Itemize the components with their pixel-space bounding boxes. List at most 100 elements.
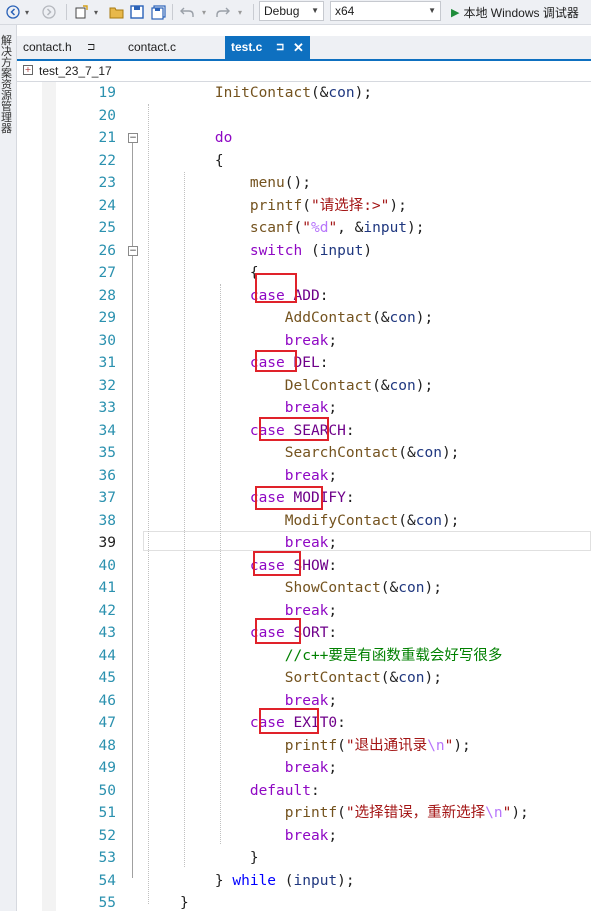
code-line[interactable]: 27 { (17, 262, 591, 285)
save-all-icon[interactable] (149, 3, 167, 21)
code-token: " (328, 220, 338, 236)
code-line[interactable]: 39 break; (17, 532, 591, 555)
code-line[interactable]: 53 } (17, 847, 591, 870)
code-token: menu (249, 175, 285, 191)
code-token: break (284, 692, 329, 709)
code-token: ); (441, 445, 460, 461)
code-line[interactable]: 19 InitContact(&con); (17, 82, 591, 105)
tab-contact-h[interactable]: contact.h ⊐ (17, 36, 122, 59)
code-token: : (319, 355, 329, 371)
solution-config-value: Debug (264, 4, 300, 18)
platform-select[interactable]: x64 ▼ (330, 1, 441, 21)
line-number: 24 (98, 197, 116, 214)
highlight-box-show (253, 551, 301, 576)
code-line[interactable]: 29 AddContact(&con); (17, 307, 591, 330)
code-line[interactable]: 51 printf("选择错误，重新选择\n"); (17, 802, 591, 825)
highlight-box-add (255, 273, 297, 303)
redo-icon[interactable] (214, 3, 232, 21)
code-line[interactable]: 22 { (17, 150, 591, 173)
save-icon[interactable] (128, 3, 146, 21)
line-number: 20 (98, 107, 116, 124)
code-token: printf (249, 197, 303, 214)
code-line[interactable]: 43 case SORT: (17, 622, 591, 645)
code-line[interactable]: 30 break; (17, 330, 591, 353)
code-token: printf (284, 737, 338, 754)
code-line[interactable]: 20 (17, 105, 591, 128)
code-line[interactable]: 21 do (17, 127, 591, 150)
code-token: con (415, 512, 442, 529)
back-dropdown-icon[interactable]: ▾ (22, 3, 32, 21)
undo-icon[interactable] (178, 3, 196, 21)
toolbar-separator (253, 4, 254, 20)
line-number: 34 (98, 422, 116, 439)
code-line[interactable]: 31 case DEL: (17, 352, 591, 375)
start-debugging-button[interactable]: ▶ 本地 Windows 调试器 (451, 3, 579, 21)
tab-test-c[interactable]: test.c ⊐ ✕ (225, 36, 310, 59)
code-token: input (363, 220, 408, 236)
forward-arrow-icon[interactable] (40, 3, 58, 21)
code-token: : (328, 625, 338, 641)
solution-explorer-strip[interactable]: 解决方案资源管理器 (0, 25, 17, 911)
pin-icon[interactable]: ⊐ (276, 36, 284, 59)
code-line[interactable]: 25 scanf("%d", &input); (17, 217, 591, 240)
code-token: ; (328, 760, 338, 776)
code-line[interactable]: 40 case SHOW: (17, 555, 591, 578)
line-number: 40 (98, 557, 116, 574)
solution-config-select[interactable]: Debug ▼ (259, 1, 324, 21)
code-line[interactable]: 48 printf("退出通讯录\n"); (17, 735, 591, 758)
line-number: 46 (98, 692, 116, 709)
code-token: ; (328, 602, 338, 619)
toolbar: ▾ ▾ ▾ ▾ Debug ▼ x64 ▼ ▶ 本地 Windows 调试器 (0, 0, 591, 25)
code-line[interactable]: 24 printf("请选择:>"); (17, 195, 591, 218)
code-text: //c++要是有函数重载会好写很多 (180, 645, 503, 668)
code-token: { (180, 265, 259, 281)
line-number: 44 (98, 647, 116, 664)
tab-contact-c[interactable]: contact.c (122, 36, 225, 59)
code-line[interactable]: 38 ModifyContact(&con); (17, 510, 591, 533)
new-project-icon[interactable] (72, 3, 90, 21)
line-number: 37 (98, 490, 116, 506)
code-line[interactable]: 50 default: (17, 780, 591, 803)
code-line[interactable]: 44 //c++要是有函数重载会好写很多 (17, 645, 591, 668)
code-line[interactable]: 45 SortContact(&con); (17, 667, 591, 690)
code-line[interactable]: 41 ShowContact(&con); (17, 577, 591, 600)
code-token: ( (293, 220, 303, 236)
line-number: 26 (98, 242, 116, 259)
code-token: : (345, 490, 355, 506)
navigation-bar[interactable]: + test_23_7_17 (17, 61, 591, 82)
code-line[interactable]: 42 break; (17, 600, 591, 623)
code-line[interactable]: 55} (17, 892, 591, 915)
open-folder-icon[interactable] (107, 3, 125, 21)
code-line[interactable]: 52 break; (17, 825, 591, 848)
code-line[interactable]: 23 menu(); (17, 172, 591, 195)
code-token: ( (337, 805, 346, 821)
pin-icon[interactable]: ⊐ (87, 36, 95, 59)
code-text: { (180, 262, 259, 285)
code-token: DelContact (284, 377, 373, 394)
line-number: 42 (98, 602, 116, 619)
project-scope-dropdown[interactable]: test_23_7_17 (39, 62, 112, 80)
code-token: ); (441, 512, 460, 529)
back-arrow-icon[interactable] (4, 3, 22, 21)
code-token: con (328, 85, 355, 101)
redo-dropdown-icon[interactable]: ▾ (235, 3, 245, 21)
code-line[interactable]: 28 case ADD: (17, 285, 591, 308)
code-line[interactable]: 35 SearchContact(&con); (17, 442, 591, 465)
code-token: ); (453, 737, 471, 754)
undo-dropdown-icon[interactable]: ▾ (199, 3, 209, 21)
code-line[interactable]: 32 DelContact(&con); (17, 375, 591, 398)
close-icon[interactable]: ✕ (293, 36, 304, 59)
code-editor[interactable]: − − 19 InitContact(&con); 20 21 do 22 {23 m… (17, 82, 591, 911)
code-line[interactable]: 26 switch (input) (17, 240, 591, 263)
code-token: \n (485, 805, 503, 821)
code-line[interactable]: 36 break; (17, 465, 591, 488)
line-number: 54 (98, 872, 116, 889)
highlight-box-search (259, 417, 329, 441)
code-line[interactable]: 54 } while (input); (17, 870, 591, 893)
code-token: break (284, 602, 329, 619)
code-line[interactable]: 49 break; (17, 757, 591, 780)
new-dropdown-icon[interactable]: ▾ (91, 3, 101, 21)
